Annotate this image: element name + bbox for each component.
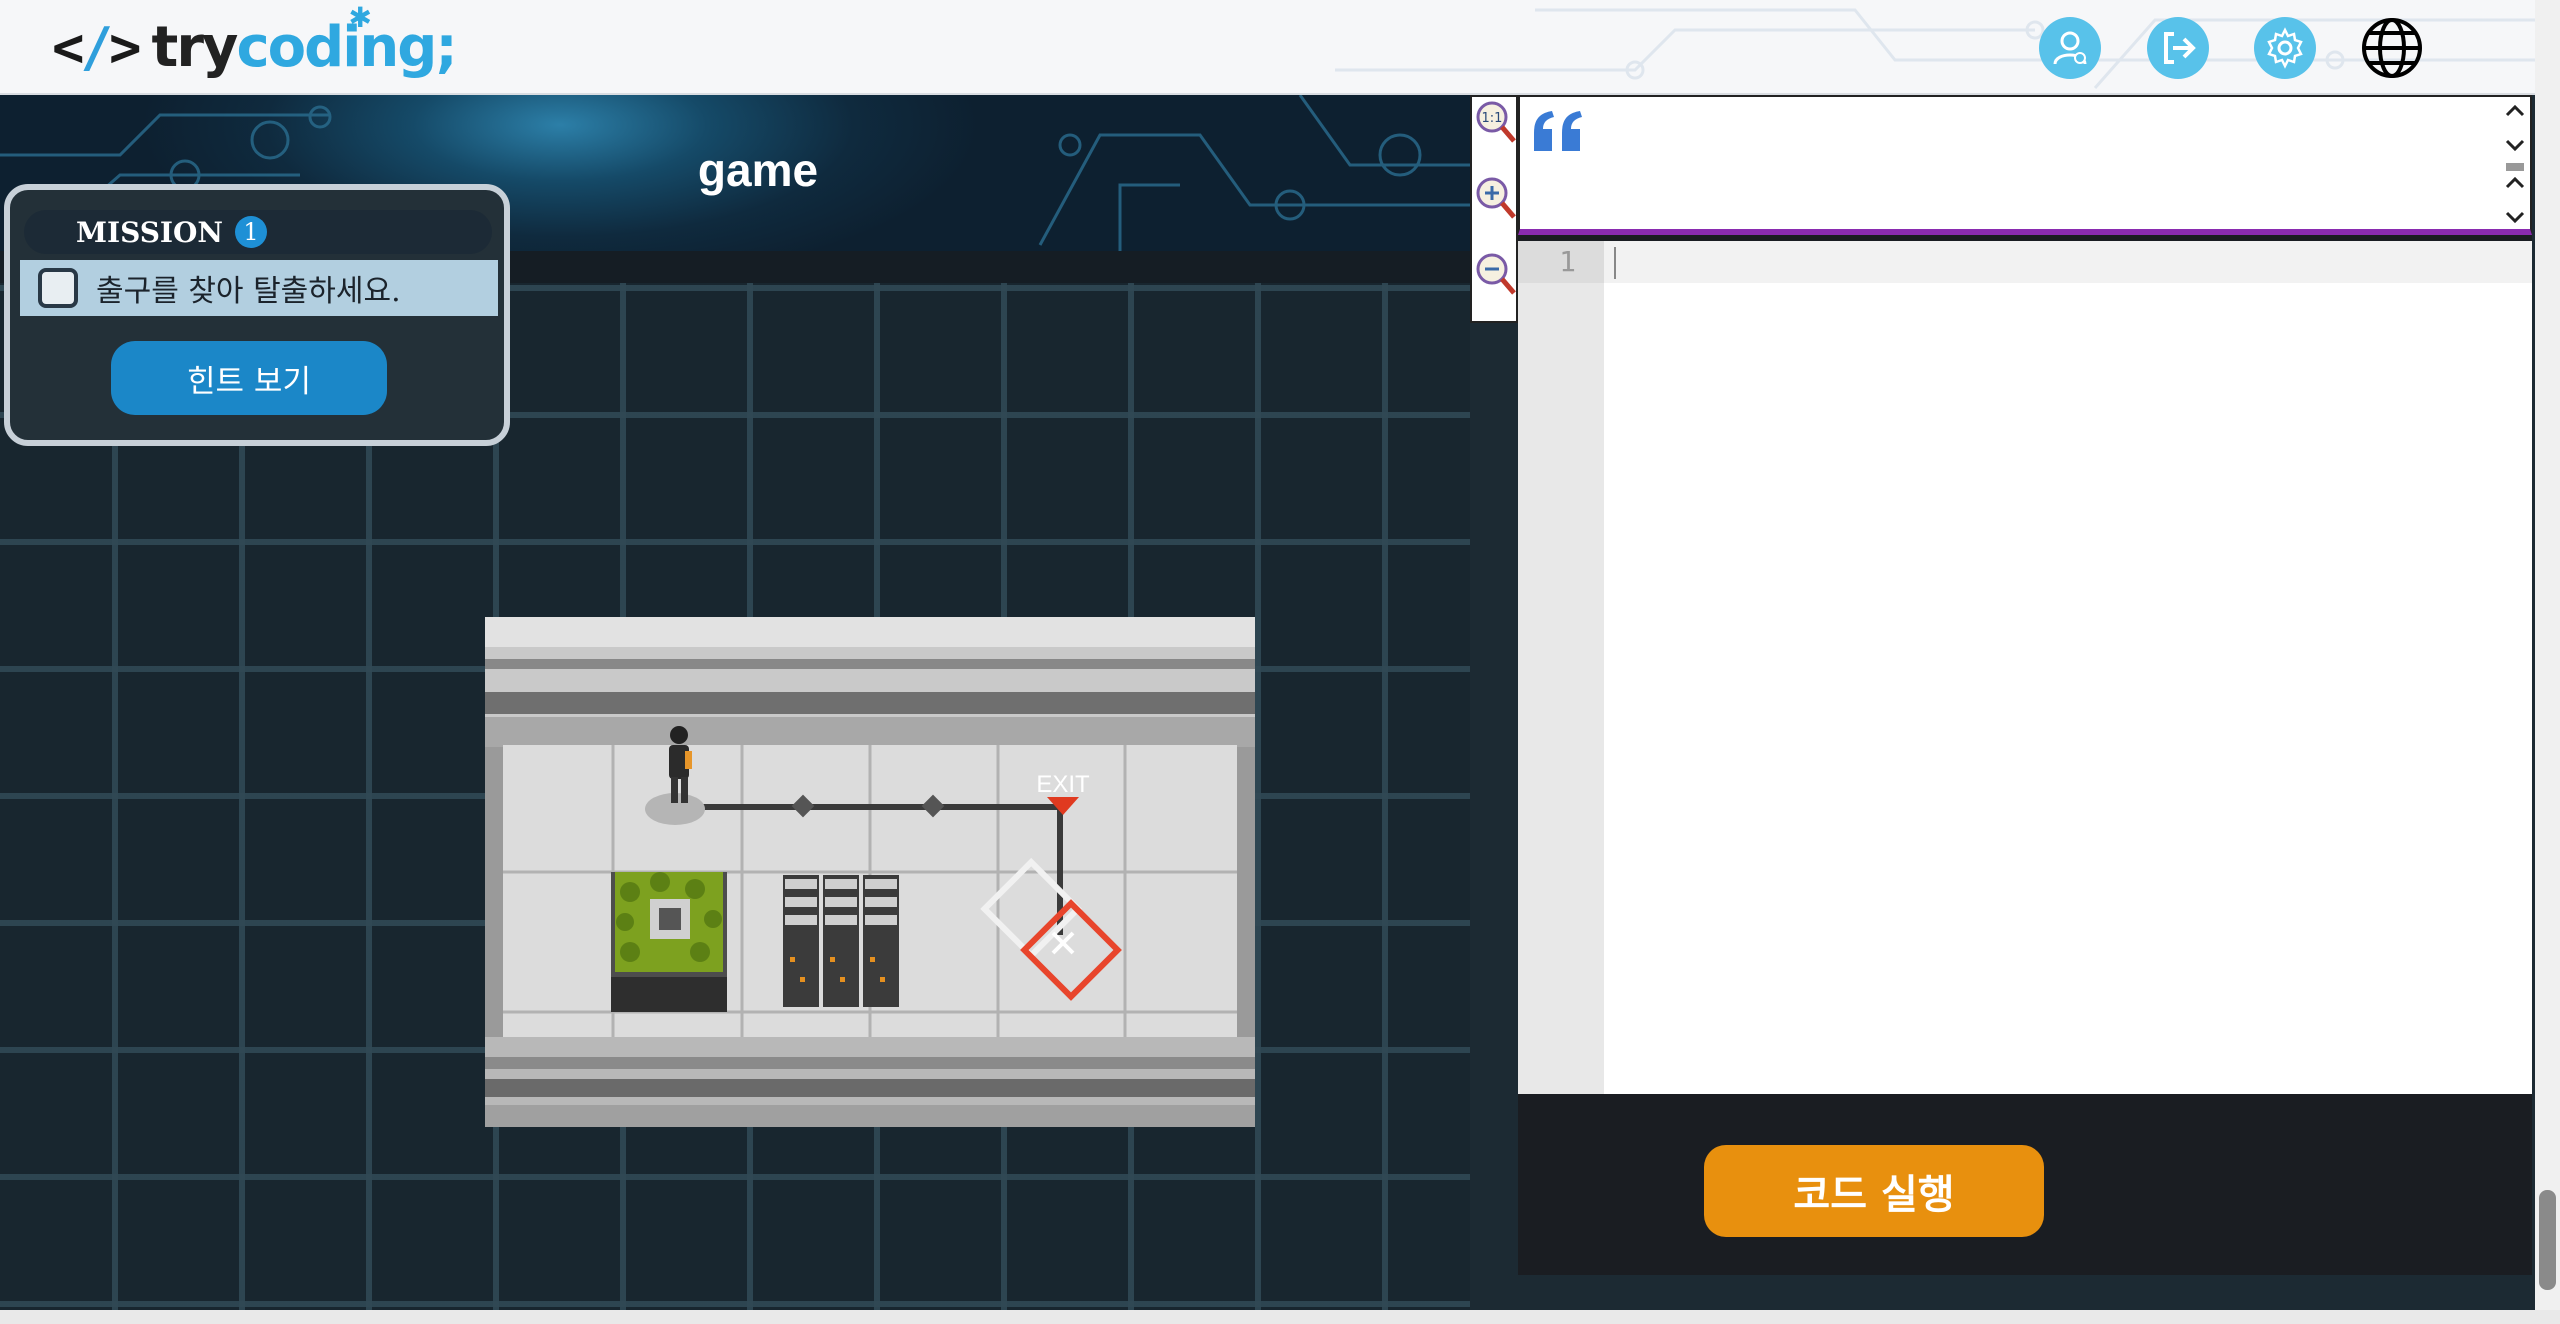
mission-task-text: 출구를 찾아 탈출하세요. <box>96 274 401 309</box>
user-button[interactable] <box>2039 17 2101 79</box>
game-board: EXIT <box>485 617 1255 1127</box>
page-vertical-scrollbar[interactable] <box>2535 0 2560 1310</box>
logo-coding: coding; ✱ <box>236 0 457 80</box>
active-code-line[interactable] <box>1604 241 2532 283</box>
instruction-area <box>1518 95 2532 235</box>
run-code-button[interactable]: 코드 실행 <box>1704 1145 2044 1237</box>
scrollbar-thumb[interactable] <box>2539 1190 2556 1290</box>
mission-label: MISSION <box>76 215 223 249</box>
zoom-toolbar: 1:1 <box>1470 95 1518 323</box>
gear-icon <box>2267 27 2303 69</box>
line-gutter <box>1518 241 1604 1094</box>
page-horizontal-scrollbar[interactable] <box>0 1310 2560 1324</box>
line-number: 1 <box>1518 241 1604 283</box>
zoom-out-button[interactable] <box>1474 251 1518 299</box>
game-panel: game EXIT MISSION 1 출구를 찾아 탈출하세요. 힌트 보기 <box>0 95 1470 1324</box>
circuit-background <box>1335 8 2535 89</box>
logo-brackets: </> <box>52 15 141 79</box>
mission-number-badge: 1 <box>235 216 267 248</box>
zoom-in-button[interactable] <box>1474 175 1518 223</box>
zoom-reset-button[interactable]: 1:1 <box>1474 99 1518 147</box>
top-header: </> try coding; ✱ <box>0 0 2535 95</box>
mission-header: MISSION 1 <box>24 210 492 254</box>
text-cursor <box>1614 247 1616 279</box>
mission-task: 출구를 찾아 탈출하세요. <box>20 260 498 316</box>
logo-try: try <box>151 14 239 80</box>
code-editor-panel: 1 코드 실행 <box>1518 95 2532 1275</box>
logout-icon <box>2164 32 2196 64</box>
logo-star-icon: ✱ <box>348 0 372 34</box>
zoom-in-icon <box>1476 177 1516 219</box>
settings-button[interactable] <box>2254 17 2316 79</box>
hint-button[interactable]: 힌트 보기 <box>111 341 387 415</box>
zoom-out-icon <box>1476 253 1516 295</box>
logout-button[interactable] <box>2147 17 2209 79</box>
mission-checkbox[interactable] <box>38 268 78 308</box>
trycoding-logo[interactable]: </> try coding; ✱ <box>52 0 458 82</box>
globe-icon <box>2362 18 2422 78</box>
language-button[interactable] <box>2359 15 2425 81</box>
code-input-area[interactable]: 1 <box>1518 241 2532 1094</box>
svg-text:1:1: 1:1 <box>1482 111 1503 126</box>
quote-icon <box>1534 111 1582 151</box>
exit-label: EXIT <box>1036 771 1090 798</box>
instruction-scroll-arrows[interactable] <box>2502 101 2528 231</box>
user-icon <box>2053 31 2087 65</box>
zoom-reset-icon: 1:1 <box>1476 101 1516 143</box>
